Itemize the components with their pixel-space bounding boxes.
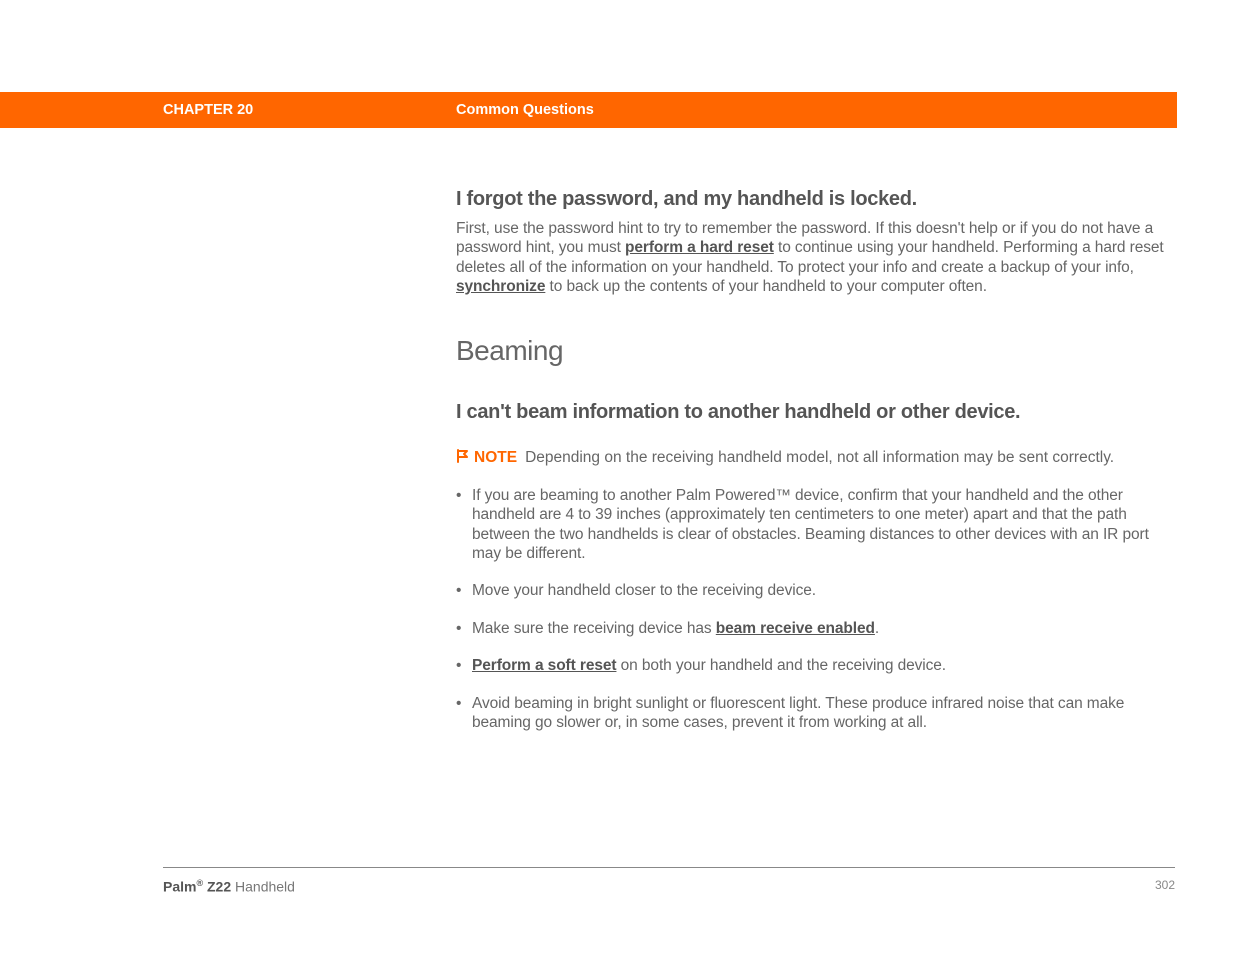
page-footer: Palm® Z22 Handheld 302: [163, 867, 1175, 895]
chapter-label: CHAPTER 20: [163, 92, 253, 128]
topic-heading-beam: I can't beam information to another hand…: [456, 401, 1176, 424]
chapter-header: CHAPTER 20 Common Questions: [0, 92, 1177, 128]
main-content: I forgot the password, and my handheld i…: [456, 188, 1176, 750]
page-number: 302: [1155, 878, 1175, 892]
footer-suffix: Handheld: [231, 879, 295, 895]
list-item: Perform a soft reset on both your handhe…: [456, 656, 1176, 675]
note-label: NOTE: [474, 449, 517, 466]
list-item: Avoid beaming in bright sunlight or fluo…: [456, 694, 1176, 733]
link-soft-reset[interactable]: Perform a soft reset: [472, 657, 616, 674]
topic-heading-password: I forgot the password, and my handheld i…: [456, 188, 1176, 211]
section-heading-beaming: Beaming: [456, 335, 1176, 367]
bullet-list: If you are beaming to another Palm Power…: [456, 486, 1176, 732]
text-fragment: Make sure the receiving device has: [472, 620, 716, 637]
list-item: Move your handheld closer to the receivi…: [456, 581, 1176, 600]
note-callout: NOTE Depending on the receiving handheld …: [456, 448, 1176, 468]
link-beam-receive[interactable]: beam receive enabled: [716, 620, 875, 637]
note-text: Depending on the receiving handheld mode…: [525, 449, 1114, 466]
section-label: Common Questions: [456, 92, 594, 128]
link-synchronize[interactable]: synchronize: [456, 278, 545, 295]
text-fragment: .: [875, 620, 879, 637]
list-item: If you are beaming to another Palm Power…: [456, 486, 1176, 564]
text-fragment: on both your handheld and the receiving …: [616, 657, 946, 674]
flag-icon: [456, 449, 470, 468]
text-fragment: to back up the contents of your handheld…: [545, 278, 987, 295]
link-hard-reset[interactable]: perform a hard reset: [625, 239, 774, 256]
footer-model: Z22: [203, 879, 231, 895]
topic-paragraph-password: First, use the password hint to try to r…: [456, 219, 1176, 297]
list-item: Make sure the receiving device has beam …: [456, 619, 1176, 638]
footer-brand: Palm: [163, 879, 196, 895]
